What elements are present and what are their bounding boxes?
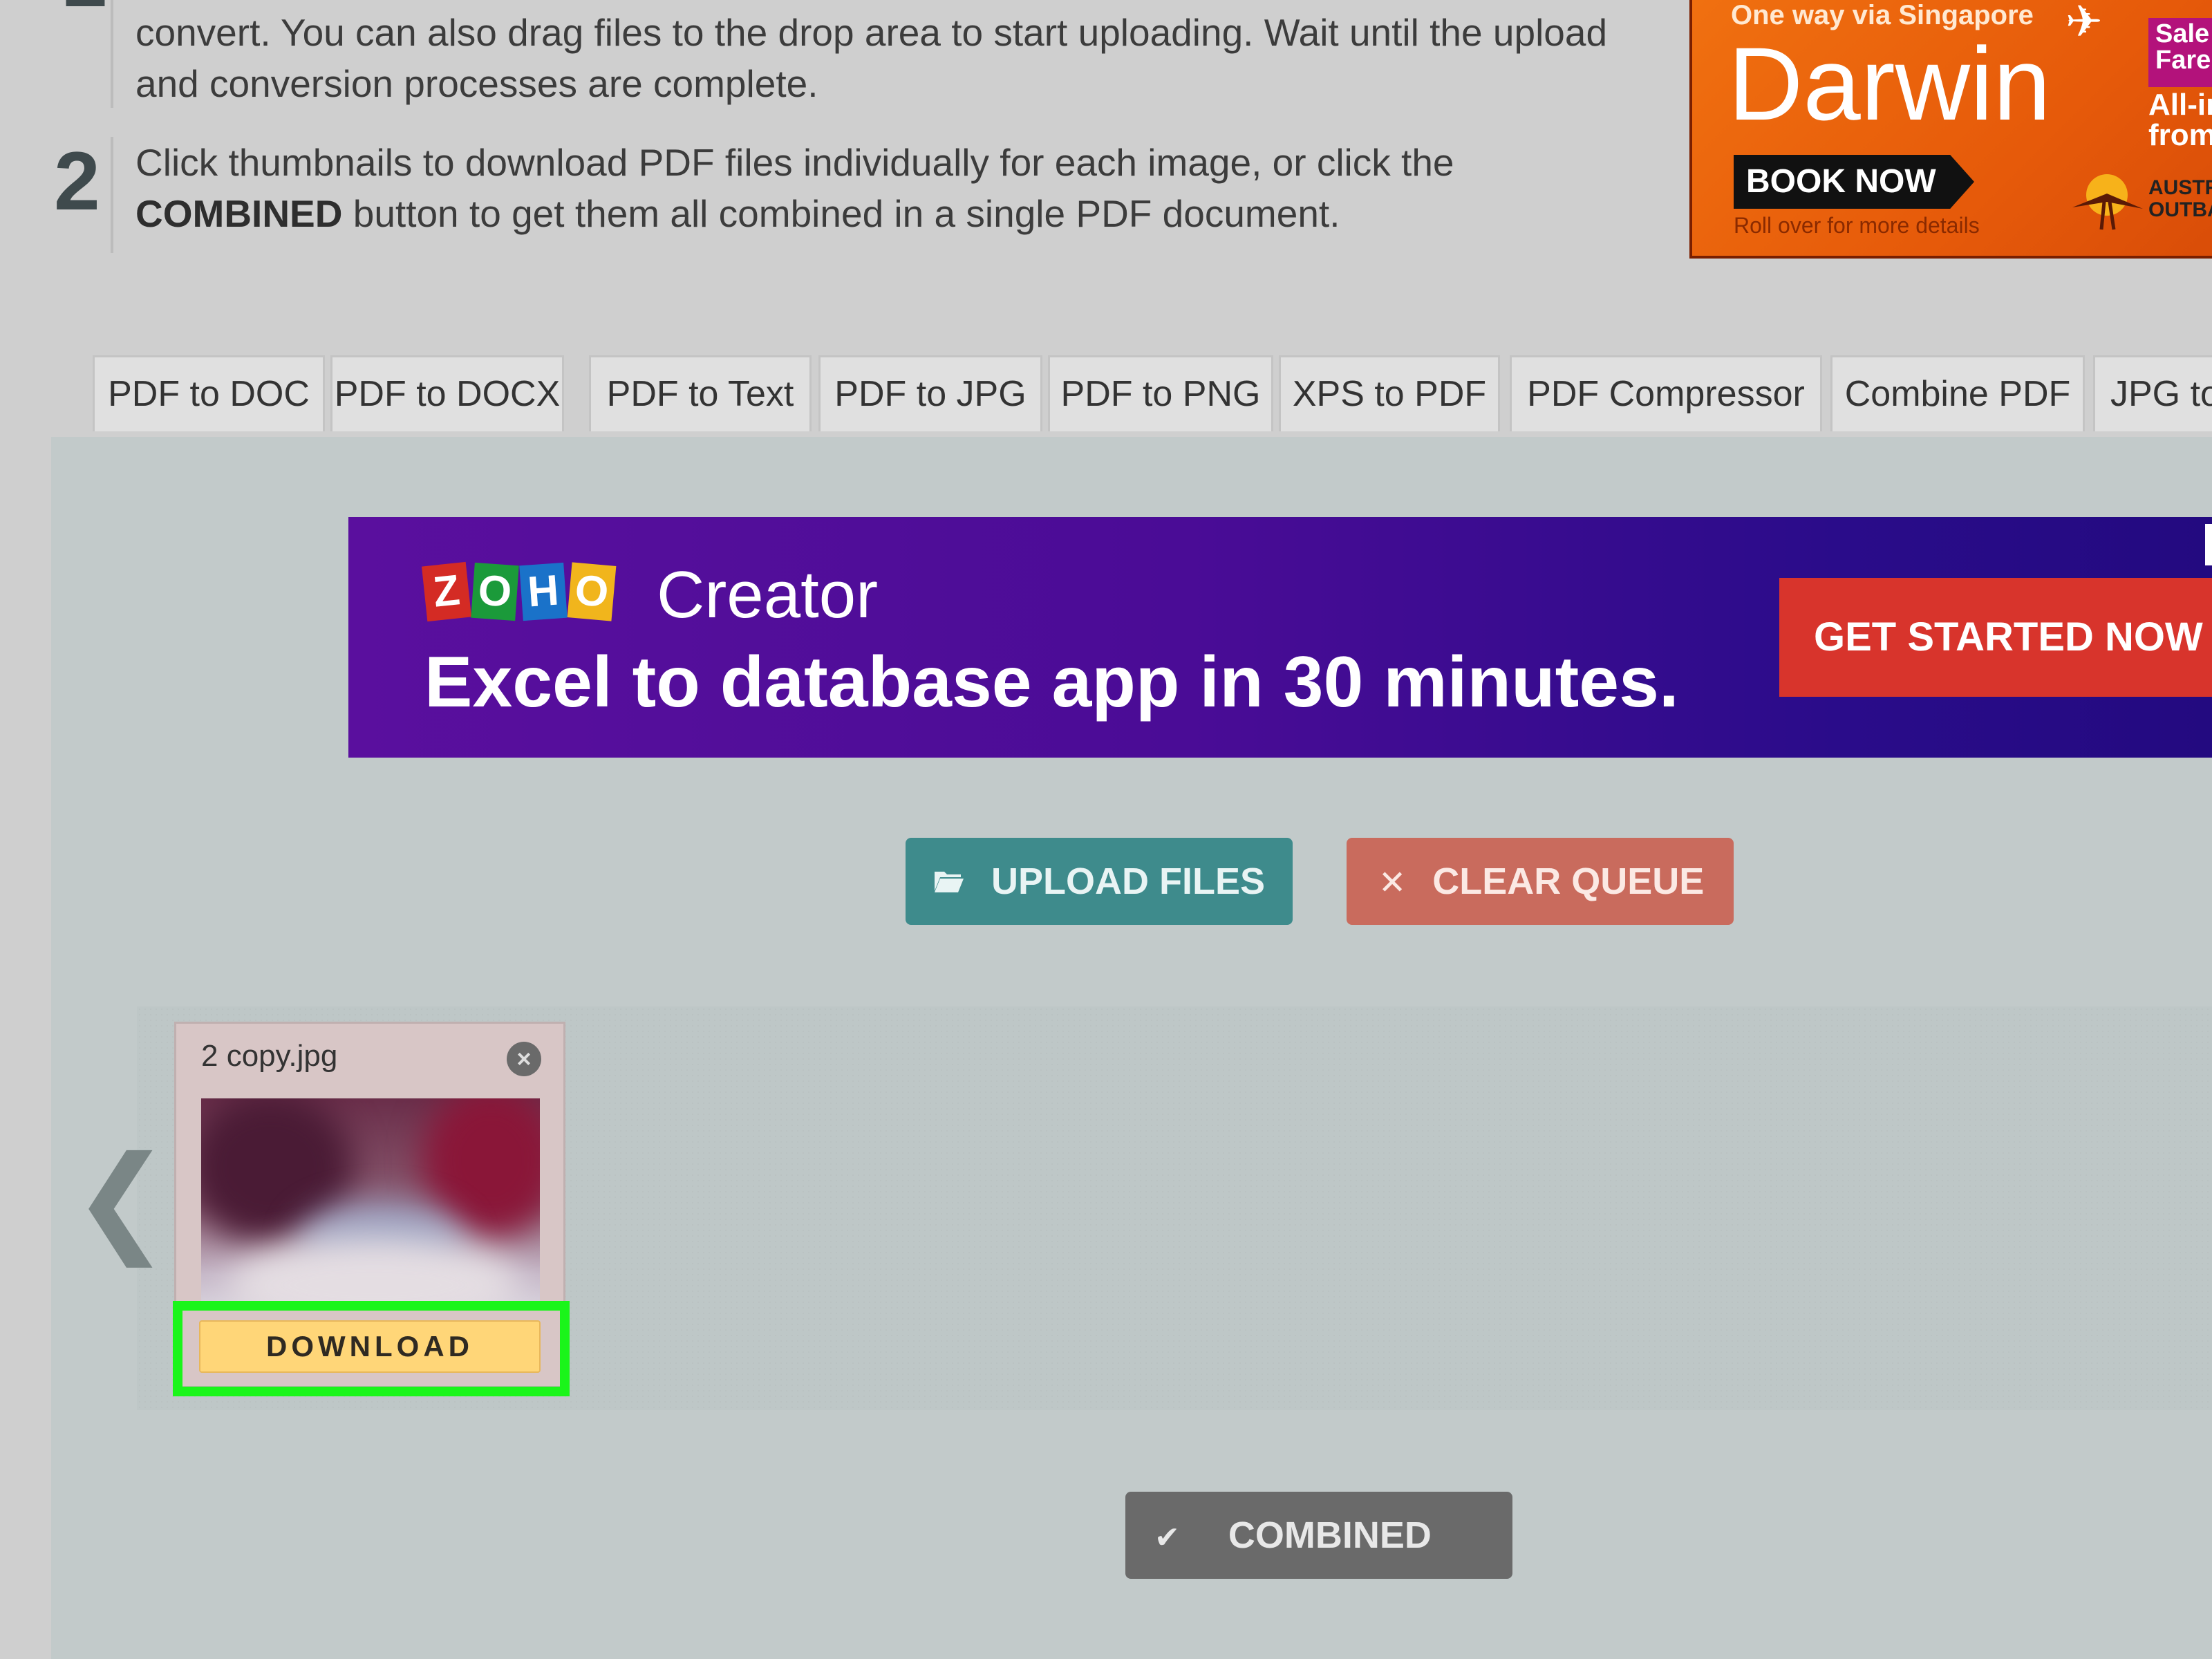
step-text-bold: COMBINED (135, 192, 343, 235)
tab-pdf-to-doc[interactable]: PDF to DOC (93, 355, 325, 431)
clear-queue-label: CLEAR QUEUE (1432, 861, 1705, 902)
remove-circle-icon[interactable]: × (507, 1042, 541, 1076)
ad-city-text: Darwin (1728, 26, 2051, 142)
ad-headline: Excel to database app in 30 minutes. (424, 642, 1679, 722)
ad-price-text: All-in from (2148, 90, 2212, 151)
zoho-logo-letter: Z (421, 561, 472, 622)
instruction-step-2: 2 Click thumbnails to download PDF files… (0, 131, 1659, 256)
ad-outback-line: AUSTRAL (2148, 176, 2212, 199)
converter-tabs: PDF to DOC PDF to DOCX PDF to Text PDF t… (51, 355, 2212, 441)
step-text: Click thumbnails to download PDF files i… (135, 137, 1656, 239)
combined-label: COMBINED (1228, 1515, 1432, 1556)
step-number: 2 (54, 135, 100, 227)
zoho-logo-letter: H (519, 562, 568, 621)
tab-pdf-to-jpg[interactable]: PDF to JPG (818, 355, 1042, 431)
get-started-button[interactable]: GET STARTED NOW (1779, 578, 2212, 697)
emu-logo-icon (2072, 174, 2143, 230)
ad-sale-line: Fare (2155, 46, 2211, 75)
clear-queue-button[interactable]: ✕ CLEAR QUEUE (1347, 838, 1734, 925)
step-text: convert. You can also drag files to the … (135, 11, 1608, 105)
tab-jpg-to[interactable]: JPG to (2093, 355, 2212, 431)
ad-outback-line: OUTBAC (2148, 198, 2212, 221)
upload-files-button[interactable]: UPLOAD FILES (906, 838, 1293, 925)
ad-choices-icon[interactable] (2205, 524, 2212, 565)
chevron-left-icon[interactable]: ❮ (72, 1141, 170, 1258)
thumbnail-blur (229, 1237, 519, 1306)
plane-icon: ✈ (2065, 0, 2103, 46)
checkmark-icon: ✔ (1154, 1521, 1180, 1555)
file-name: 2 copy.jpg (201, 1039, 338, 1073)
zoho-logo-letter: O (471, 562, 519, 621)
combined-button[interactable]: ✔ COMBINED (1125, 1492, 1512, 1579)
folder-open-icon (933, 840, 965, 927)
book-now-button[interactable]: BOOK NOW (1734, 155, 1974, 209)
tab-pdf-to-docx[interactable]: PDF to DOCX (330, 355, 564, 431)
upload-files-label: UPLOAD FILES (991, 861, 1266, 902)
tab-pdf-to-png[interactable]: PDF to PNG (1048, 355, 1273, 431)
close-icon: ✕ (1378, 865, 1407, 901)
ad-price-line: All-in (2148, 88, 2212, 122)
ad-rollover-text: Roll over for more details (1734, 213, 1980, 238)
step-text-end: button to get them all combined in a sin… (353, 192, 1340, 235)
zoho-logo: Z O H O (421, 557, 632, 626)
step-divider (111, 137, 113, 253)
step-number: 1 (61, 0, 107, 19)
instruction-step-1: 1 convert. You can also drag files to th… (0, 0, 1659, 111)
ad-sale-text: Sale Fare (2155, 21, 2211, 73)
zoho-creator-ad[interactable]: Z O H O Creator Excel to database app in… (348, 517, 2212, 758)
darwin-flight-ad[interactable]: One way via Singapore ✈ Darwin BOOK NOW … (1689, 0, 2212, 259)
ad-sale-line: Sale (2155, 19, 2210, 48)
step-divider (111, 0, 113, 108)
tab-xps-to-pdf[interactable]: XPS to PDF (1279, 355, 1500, 431)
download-button[interactable]: DOWNLOAD (199, 1320, 541, 1373)
tab-combine-pdf[interactable]: Combine PDF (1830, 355, 2085, 431)
ad-outback-text: AUSTRAL OUTBAC (2148, 177, 2212, 221)
ad-product-name: Creator (657, 558, 879, 632)
zoho-logo-letter: O (567, 562, 617, 621)
ad-price-line: from (2148, 118, 2212, 152)
step-text-start: Click thumbnails to download PDF files i… (135, 141, 1454, 184)
tab-pdf-to-text[interactable]: PDF to Text (589, 355, 812, 431)
image-thumbnail[interactable] (201, 1098, 540, 1306)
tab-pdf-compressor[interactable]: PDF Compressor (1510, 355, 1822, 431)
